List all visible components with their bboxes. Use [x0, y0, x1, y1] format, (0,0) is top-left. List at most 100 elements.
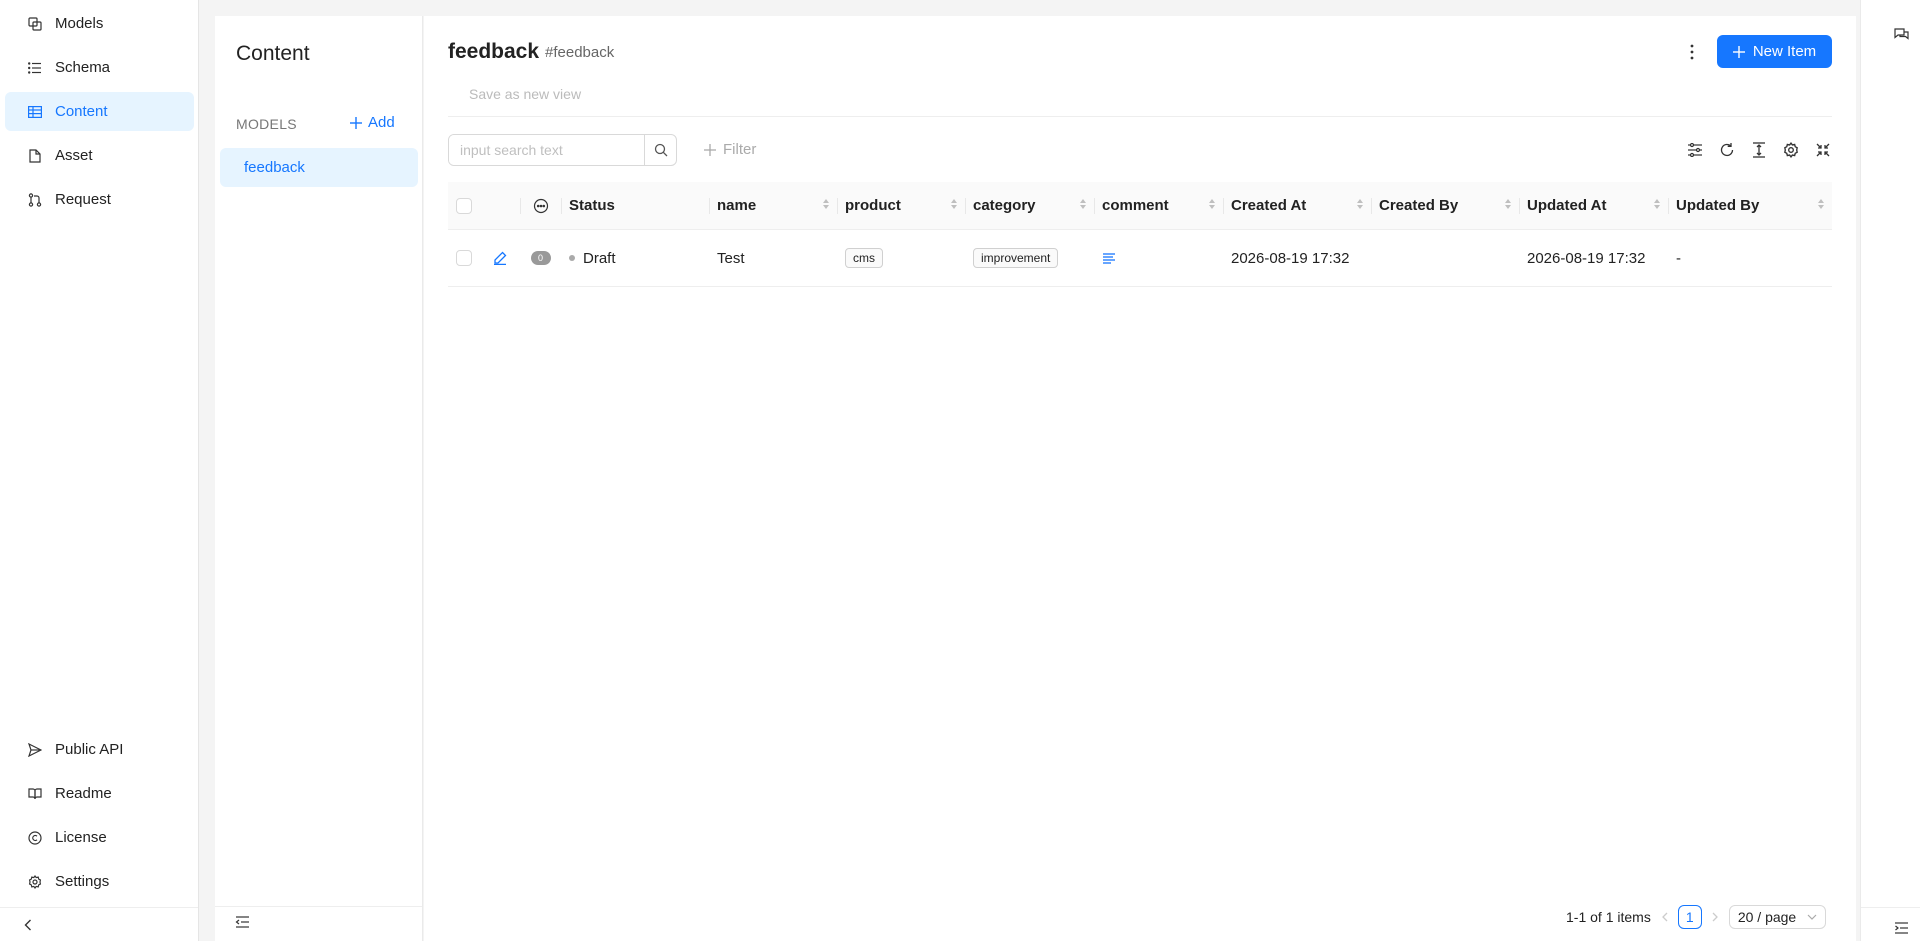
chevron-down-icon — [1807, 914, 1817, 920]
search-button[interactable] — [644, 135, 676, 165]
column-header-label: Created At — [1231, 197, 1307, 214]
model-panel: Content MODELS Add feedback — [215, 16, 423, 941]
column-height-icon — [1752, 142, 1766, 158]
table-toolbar — [1686, 141, 1832, 159]
prev-page-button[interactable] — [1661, 912, 1668, 922]
menu-fold-icon[interactable] — [235, 915, 250, 929]
nav-item-label: Public API — [55, 741, 124, 758]
column-header-product[interactable]: product — [837, 182, 965, 229]
panel-footer — [215, 906, 422, 941]
add-model-label: Add — [368, 114, 395, 131]
divider — [0, 907, 198, 908]
table-row[interactable]: 0 Draft Test cms improvement 2026-08-19 … — [448, 230, 1832, 287]
comments-panel-button[interactable] — [1894, 28, 1909, 42]
column-header-label: name — [717, 197, 757, 214]
row-select — [448, 230, 480, 286]
page-button-1[interactable]: 1 — [1677, 905, 1702, 929]
table-body: 0 Draft Test cms improvement 2026-08-19 … — [448, 230, 1832, 287]
filter-button[interactable]: Filter — [704, 141, 756, 158]
schema-icon — [27, 60, 43, 76]
nav-item-label: Readme — [55, 785, 112, 802]
table-settings-button[interactable] — [1782, 141, 1800, 159]
sort-icon[interactable] — [951, 199, 957, 209]
new-item-button[interactable]: New Item — [1717, 35, 1832, 68]
menu-unfold-icon[interactable] — [1894, 921, 1909, 935]
table-header: Status name product category comment Cre… — [448, 182, 1832, 230]
column-header-category[interactable]: category — [965, 182, 1094, 229]
status-dot — [569, 255, 575, 261]
divider — [1861, 907, 1920, 908]
collapse-sidebar-button[interactable] — [18, 915, 38, 935]
nav-item-readme[interactable]: Readme — [5, 774, 194, 813]
nav-item-public-api[interactable]: Public API — [5, 730, 194, 769]
nav-item-request[interactable]: Request — [5, 180, 194, 219]
header-select-all — [448, 182, 480, 229]
reload-icon — [1719, 142, 1735, 158]
column-header-label: Created By — [1379, 197, 1459, 214]
nav-item-label: Content — [55, 103, 108, 120]
column-header-label: product — [845, 197, 901, 214]
align-left-icon — [1102, 252, 1116, 264]
pagination-summary: 1-1 of 1 items — [1566, 909, 1651, 925]
density-button[interactable] — [1750, 141, 1768, 159]
updated-at-cell: 2026-08-19 17:32 — [1527, 249, 1646, 267]
comment-cell[interactable] — [1094, 230, 1223, 286]
fullscreen-exit-icon — [1816, 143, 1830, 157]
sort-icon[interactable] — [1505, 199, 1511, 209]
more-options-button[interactable] — [1680, 38, 1704, 66]
plus-icon — [1732, 45, 1745, 58]
column-header-label: category — [973, 197, 1036, 214]
column-header-created-by[interactable]: Created By — [1371, 182, 1519, 229]
updated-by-cell: - — [1676, 249, 1681, 267]
gear-icon — [1783, 142, 1799, 158]
book-icon — [27, 786, 43, 802]
model-item-feedback[interactable]: feedback — [220, 148, 418, 187]
created-by-cell — [1371, 230, 1519, 286]
select-all-checkbox[interactable] — [456, 197, 472, 214]
search-box — [448, 134, 677, 166]
content-table-icon — [27, 104, 43, 120]
next-page-button[interactable] — [1712, 912, 1719, 922]
row-checkbox[interactable] — [456, 250, 472, 266]
column-header-updated-by[interactable]: Updated By — [1668, 182, 1832, 229]
column-header-comment[interactable]: comment — [1094, 182, 1223, 229]
page-title: feedback — [448, 40, 540, 63]
nav-item-schema[interactable]: Schema — [5, 48, 194, 87]
models-icon — [27, 16, 43, 32]
file-icon — [27, 148, 43, 164]
comment-icon — [533, 198, 549, 214]
add-model-button[interactable]: Add — [350, 114, 395, 131]
sort-icon[interactable] — [1209, 199, 1215, 209]
edit-item-button[interactable] — [480, 230, 520, 286]
column-header-updated-at[interactable]: Updated At — [1519, 182, 1668, 229]
reload-button[interactable] — [1718, 141, 1736, 159]
sort-icon[interactable] — [823, 199, 829, 209]
fullscreen-button[interactable] — [1814, 141, 1832, 159]
nav-item-license[interactable]: License — [5, 818, 194, 857]
header-edit — [480, 182, 520, 229]
column-header-name[interactable]: name — [709, 182, 837, 229]
comments-cell[interactable]: 0 — [520, 230, 561, 286]
edit-icon — [493, 251, 507, 265]
content-table: Status name product category comment Cre… — [448, 182, 1832, 287]
nav-item-content[interactable]: Content — [5, 92, 194, 131]
column-header-created-at[interactable]: Created At — [1223, 182, 1371, 229]
sort-icon[interactable] — [1080, 199, 1086, 209]
column-settings-button[interactable] — [1686, 141, 1704, 159]
nav-item-label: Models — [55, 15, 104, 32]
sort-icon[interactable] — [1818, 199, 1824, 209]
send-icon — [27, 742, 43, 758]
nav-item-settings[interactable]: Settings — [5, 862, 194, 901]
column-header-label: Updated By — [1676, 197, 1760, 214]
column-header-status[interactable]: Status — [561, 182, 709, 229]
divider — [448, 116, 1832, 117]
search-input[interactable] — [449, 135, 645, 165]
sort-icon[interactable] — [1654, 199, 1660, 209]
page-size-select[interactable]: 20 / page — [1728, 905, 1826, 929]
nav-item-models[interactable]: Models — [5, 4, 194, 43]
save-as-new-view-tab[interactable]: Save as new view — [469, 86, 581, 102]
status-text: Draft — [583, 249, 616, 267]
nav-item-asset[interactable]: Asset — [5, 136, 194, 175]
sort-icon[interactable] — [1357, 199, 1363, 209]
plus-icon — [704, 143, 716, 156]
